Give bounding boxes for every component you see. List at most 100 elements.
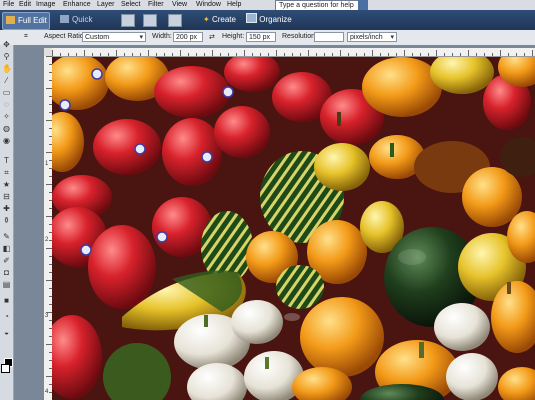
eraser-tool-icon[interactable]: ◧: [2, 244, 11, 253]
print-icon[interactable]: [121, 14, 135, 27]
shape-tool-icon[interactable]: ■: [2, 296, 11, 305]
document-image[interactable]: [52, 57, 535, 400]
menu-file[interactable]: File: [3, 0, 14, 10]
produce-photo: [52, 57, 535, 400]
swap-dimensions-icon[interactable]: ⇄: [209, 33, 215, 41]
magic-wand-tool-icon[interactable]: ✧: [2, 112, 11, 121]
width-label: Width:: [152, 33, 172, 40]
open-file-icon[interactable]: [168, 14, 182, 27]
horizontal-ruler[interactable]: [52, 48, 535, 57]
ruler-tick: [516, 53, 517, 56]
ruler-tick: [396, 53, 397, 56]
full-edit-label: Full Edit: [18, 16, 47, 25]
help-search-dropdown-icon[interactable]: [358, 0, 368, 10]
selection-brush-icon[interactable]: ◍: [2, 124, 11, 133]
ruler-tick: [532, 50, 533, 56]
ruler-tick: [252, 53, 253, 56]
gradient-tool-icon[interactable]: ▤: [2, 280, 11, 289]
create-button[interactable]: ✦ Create ▾: [203, 12, 241, 40]
ruler-number: 3: [45, 313, 49, 319]
ruler-tick: [140, 53, 141, 56]
ruler-number: 2: [45, 237, 49, 243]
marquee-tool-icon[interactable]: ▭: [2, 88, 11, 97]
ruler-tick: [500, 50, 501, 56]
ruler-tick: [84, 50, 85, 56]
full-edit-icon: [6, 16, 15, 24]
resolution-input[interactable]: [314, 32, 344, 42]
straighten-tool-icon[interactable]: ⊟: [2, 192, 11, 201]
menu-filter[interactable]: Filter: [148, 0, 164, 10]
ruler-tick: [156, 53, 157, 56]
ruler-tick: [308, 50, 309, 56]
spot-healing-tool-icon[interactable]: ✚: [2, 204, 11, 213]
eyedropper-tool-icon[interactable]: ⁄: [2, 76, 11, 85]
full-edit-tab[interactable]: Full Edit: [2, 12, 50, 30]
ruler-tick: [180, 50, 181, 56]
aspect-ratio-label: Aspect Ratio:: [44, 33, 86, 40]
foreground-color-swatch[interactable]: [2, 344, 11, 353]
ruler-tick: [164, 53, 165, 56]
width-input[interactable]: 200 px: [173, 32, 203, 42]
crop-tool-icon[interactable]: ⌗: [24, 33, 28, 41]
ruler-tick: [68, 53, 69, 56]
menu-view[interactable]: View: [172, 0, 187, 10]
crop-tool-sidebar-icon[interactable]: ⌗: [2, 168, 11, 177]
ruler-tick: [116, 50, 117, 56]
resolution-unit-select[interactable]: pixels/inch: [347, 32, 397, 43]
aspect-ratio-select[interactable]: Custom: [82, 32, 146, 43]
ruler-tick: [404, 50, 405, 56]
ruler-tick: [196, 53, 197, 56]
ruler-tick: [524, 53, 525, 56]
hand-tool-icon[interactable]: ✋: [2, 64, 12, 73]
menu-help[interactable]: Help: [227, 0, 241, 10]
ruler-tick: [420, 53, 421, 56]
ruler-tick: [484, 53, 485, 56]
ruler-tick: [412, 53, 413, 56]
move-tool-icon[interactable]: ✥: [2, 40, 11, 49]
quick-fix-tab[interactable]: Quick Fix: [60, 12, 105, 40]
organize-label: Organize: [259, 15, 292, 24]
background-color-swatch[interactable]: [1, 364, 10, 373]
type-tool-icon[interactable]: T: [2, 156, 11, 165]
height-label: Height:: [222, 33, 245, 40]
ruler-tick: [108, 53, 109, 56]
ruler-tick: [356, 53, 357, 56]
menu-layer[interactable]: Layer: [97, 0, 115, 10]
clone-stamp-tool-icon[interactable]: ⚱: [2, 216, 11, 225]
sponge-tool-icon[interactable]: ◒: [2, 328, 11, 337]
zoom-tool-icon[interactable]: ⚲: [2, 52, 11, 61]
ruler-tick: [124, 53, 125, 56]
ruler-number: 4: [45, 389, 49, 395]
ruler-tick: [388, 53, 389, 56]
lasso-tool-icon[interactable]: ◌: [2, 100, 11, 109]
menu-select[interactable]: Select: [121, 0, 140, 10]
create-icon: ✦: [203, 15, 210, 24]
red-eye-tool-icon[interactable]: ◉: [2, 136, 11, 145]
menu-image[interactable]: Image: [36, 0, 55, 10]
ruler-tick: [188, 53, 189, 56]
share-icon[interactable]: [143, 14, 157, 27]
ruler-tick: [220, 53, 221, 56]
ruler-tick: [340, 50, 341, 56]
height-input[interactable]: 150 px: [246, 32, 276, 42]
ruler-tick: [444, 53, 445, 56]
pencil-tool-icon[interactable]: ✎: [2, 232, 11, 241]
menu-window[interactable]: Window: [196, 0, 221, 10]
cookie-cutter-tool-icon[interactable]: ★: [2, 180, 11, 189]
ruler-tick: [428, 53, 429, 56]
ruler-tick: [380, 53, 381, 56]
ruler-tick: [436, 50, 437, 56]
menu-edit[interactable]: Edit: [19, 0, 31, 10]
menu-enhance[interactable]: Enhance: [63, 0, 91, 10]
brush-tool-icon[interactable]: ✐: [2, 256, 11, 265]
toolbox: ✥ ⚲ ✋ ⁄ ▭ ◌ ✧ ◍ ◉ T ⌗ ★ ⊟ ✚ ⚱ ✎ ◧ ✐ ◘ ▤ …: [0, 40, 14, 400]
ruler-tick: [204, 53, 205, 56]
ruler-number: 1: [45, 161, 49, 167]
paint-bucket-tool-icon[interactable]: ◘: [2, 268, 11, 277]
blur-tool-icon[interactable]: ◔: [2, 312, 11, 321]
organize-button[interactable]: Organize: [246, 12, 294, 28]
ruler-tick: [236, 53, 237, 56]
ruler-tick: [324, 53, 325, 56]
ruler-tick: [468, 50, 469, 56]
ruler-tick: [292, 53, 293, 56]
